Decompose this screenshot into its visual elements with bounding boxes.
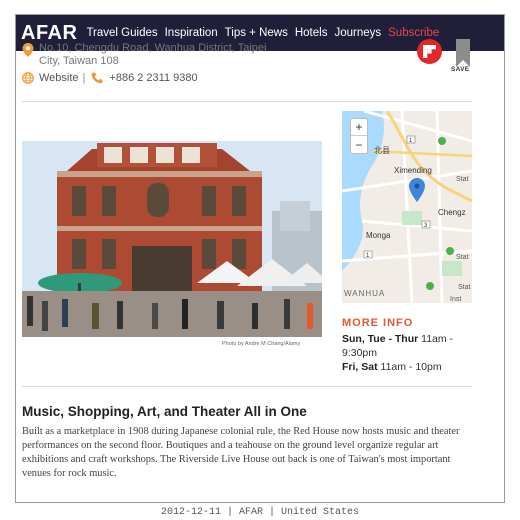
phone-number[interactable]: +886 2 2311 9380 <box>109 72 197 84</box>
save-label[interactable]: SAVE <box>451 66 469 73</box>
address-text: No.10, Chengdu Road, Wanhua District, Ta… <box>39 42 267 67</box>
article-body: Built as a marketplace in 1908 during Ja… <box>22 426 460 479</box>
phone-icon <box>92 72 103 84</box>
map-label: Monga <box>366 231 391 240</box>
map-label: Stat <box>456 254 469 261</box>
nav-journeys[interactable]: Journeys <box>334 27 381 39</box>
map-label: Stat <box>456 176 469 183</box>
opening-hours: Sun, Tue - Thur 11am - 9:30pm Fri, Sat 1… <box>342 332 477 374</box>
map-zoom-control: + − <box>350 118 368 154</box>
hours-days: Sun, Tue - Thur <box>342 333 419 345</box>
nav-inspiration[interactable]: Inspiration <box>165 27 218 39</box>
more-info-heading: MORE INFO <box>342 317 414 329</box>
flipboard-share-button[interactable] <box>417 39 442 64</box>
nav-tips-news[interactable]: Tips + News <box>225 27 288 39</box>
nav-subscribe[interactable]: Subscribe <box>388 27 439 39</box>
map-pin-icon <box>22 43 34 57</box>
section-divider <box>22 101 472 102</box>
contact-row: Website | +886 2 2311 9380 <box>22 72 198 84</box>
nav-travel-guides[interactable]: Travel Guides <box>86 27 157 39</box>
section-divider <box>22 386 472 387</box>
map-label: Stat <box>458 284 471 291</box>
hours-row: Sun, Tue - Thur 11am - 9:30pm <box>342 332 477 360</box>
map-label: Chengz <box>438 208 466 217</box>
map-label: 北县 <box>374 146 390 155</box>
photo-credit: Photo by Andre M Chang/Alamy <box>222 341 301 347</box>
website-link[interactable]: Website <box>39 72 79 84</box>
red-house-photo <box>22 141 322 337</box>
hours-time: 11am - 10pm <box>380 361 442 373</box>
map-label: Inst <box>450 296 461 303</box>
hours-days: Fri, Sat <box>342 361 378 373</box>
article-title: Music, Shopping, Art, and Theater All in… <box>22 404 307 419</box>
contact-separator: | <box>82 72 86 84</box>
address-row: No.10, Chengdu Road, Wanhua District, Ta… <box>22 42 289 68</box>
nav-hotels[interactable]: Hotels <box>295 27 328 39</box>
hours-row: Fri, Sat 11am - 10pm <box>342 360 477 374</box>
zoom-in-button[interactable]: + <box>351 119 367 136</box>
bookmark-icon[interactable] <box>456 39 470 67</box>
page-footer: 2012-12-11 | AFAR | United States <box>160 507 360 518</box>
globe-icon <box>22 72 34 84</box>
map-label: WANHUA <box>344 289 385 298</box>
zoom-out-button[interactable]: − <box>351 136 367 153</box>
flipboard-icon <box>423 45 436 58</box>
map-label: Ximending <box>394 166 432 175</box>
